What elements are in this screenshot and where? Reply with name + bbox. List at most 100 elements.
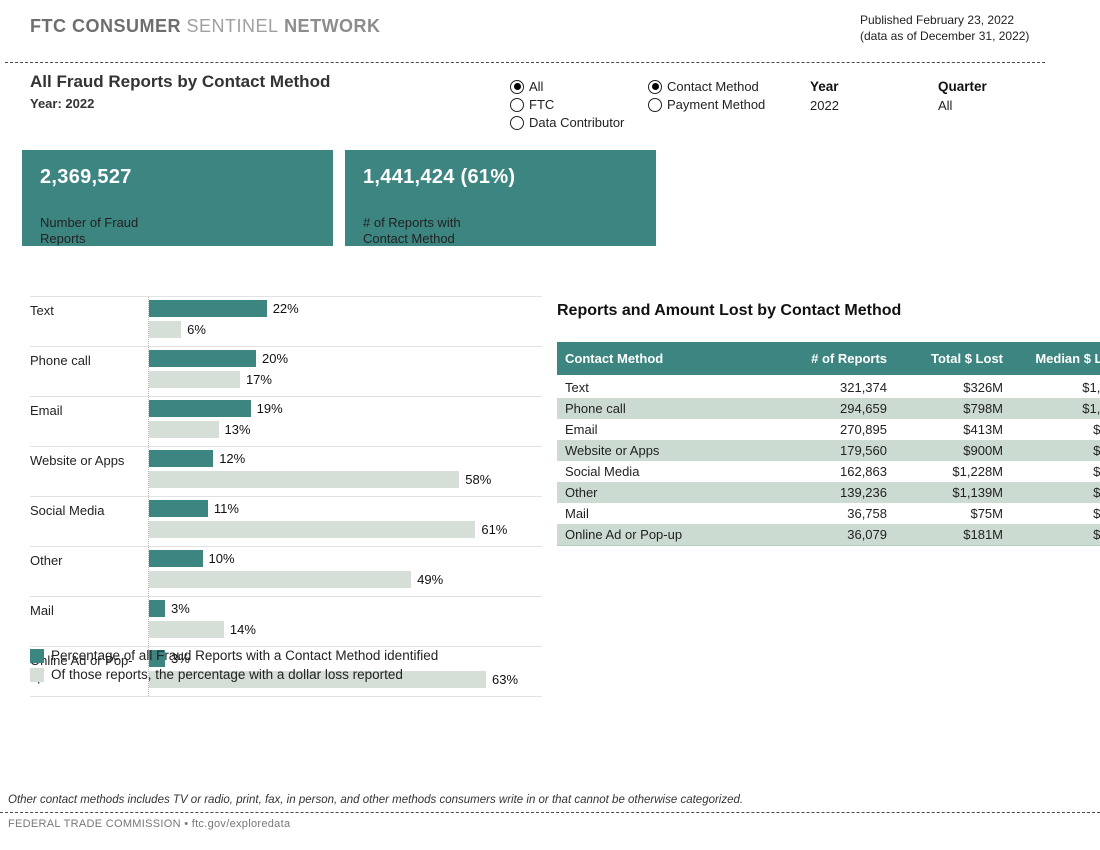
table-cell-value: $413M [895,419,1011,440]
table-row: Text321,374$326M$1,000 [557,376,1100,398]
bar-line: 19% [149,400,542,417]
table-cell-value: 36,079 [761,524,895,546]
bar-value-label: 12% [219,451,245,466]
table-cell-value: 321,374 [761,376,895,398]
source-option-all[interactable]: All [510,79,624,94]
contact-method-bar-chart: Text22%6%Phone call20%17%Email19%13%Webs… [30,296,542,697]
radio-selected-dot [652,83,659,90]
chart-category-label: Website or Apps [30,447,148,496]
bar-line: 14% [149,621,542,638]
chart-row-website-or-apps: Website or Apps 12% 58% [30,446,542,496]
reports-pct-bar [149,300,267,317]
table-cell-value: $333 [1011,440,1100,461]
dollar-loss-pct-bar [149,421,219,438]
bar-line: 6% [149,321,542,338]
source-option-data-contributor[interactable]: Data Contributor [510,115,624,130]
table-cell-value: 294,659 [761,398,895,419]
chart-row-text: Text 22% 6% [30,296,542,346]
table-row: Online Ad or Pop-up36,079$181M$229 [557,524,1100,546]
method-option-payment-method[interactable]: Payment Method [648,97,765,112]
method-label-contact-method: Contact Method [667,79,759,94]
other-methods-footnote: Other contact methods includes TV or rad… [8,794,743,806]
bar-value-label: 13% [225,422,251,437]
footer-bullet: • [184,818,188,830]
chart-bars: 11%61% [148,497,542,546]
chart-category-label: Mail [30,597,148,646]
bar-line: 61% [149,521,542,538]
radio-icon-ftc [510,98,524,112]
quarter-filter-label: Quarter [938,79,987,94]
reports-pct-bar [149,400,251,417]
footer-exploredata-link[interactable]: ftc.gov/exploredata [192,818,291,830]
source-option-ftc[interactable]: FTC [510,97,624,112]
reports-with-contact-method-label: # of Reports with Contact Method [363,209,481,248]
bar-line: 49% [149,571,542,588]
table-cell-value: $75M [895,503,1011,524]
chart-row-email: Email19%13% [30,396,542,446]
table-column-header: # of Reports [761,342,895,376]
bar-value-label: 22% [273,301,299,316]
bar-line: 11% [149,500,542,517]
source-label-all: All [529,79,543,94]
table-cell-value: $1,228M [895,461,1011,482]
brand-part-network: NETWORK [284,16,381,36]
table-cell-value: $798M [895,398,1011,419]
chart-bars: 20%17% [148,347,542,396]
chart-bars: 3% 14% [148,597,542,646]
table-cell-contact-method: Website or Apps [557,440,761,461]
legend-item-0: Percentage of all Fraud Reports with a C… [30,648,438,663]
chart-bars: 12% 58% [148,447,542,496]
table-cell-contact-method: Social Media [557,461,761,482]
table-cell-value: $800 [1011,482,1100,503]
bar-value-label: 3% [171,601,190,616]
table-cell-value: $1,000 [1011,376,1100,398]
brand-logo: FTC CONSUMER SENTINEL NETWORK [30,16,381,37]
legend-swatch-icon [30,649,44,663]
bar-value-label: 11% [214,501,239,516]
chart-row-other: Other10%49% [30,546,542,596]
bar-line: 13% [149,421,542,438]
chart-category-label: Text [30,297,148,346]
table-cell-contact-method: Phone call [557,398,761,419]
bar-value-label: 49% [417,572,443,587]
chart-bars: 22% 6% [148,297,542,346]
table-cell-contact-method: Email [557,419,761,440]
table-cell-value: $181M [895,524,1011,546]
report-year-subtitle: Year: 2022 [30,96,94,111]
bar-line: 22% [149,300,542,317]
radio-icon-payment-method [648,98,662,112]
table-cell-value: 270,895 [761,419,895,440]
published-info: Published February 23, 2022 (data as of … [860,12,1029,44]
source-label-ftc: FTC [529,97,554,112]
bar-value-label: 14% [230,622,256,637]
dollar-loss-pct-bar [149,371,240,388]
bar-line: 3% [149,600,542,617]
dollar-loss-pct-bar [149,621,224,638]
data-as-of-date: (data as of December 31, 2022) [860,28,1029,44]
table-cell-value: $800 [1011,503,1100,524]
table-row: Social Media162,863$1,228M$528 [557,461,1100,482]
method-option-contact-method[interactable]: Contact Method [648,79,765,94]
table-row: Phone call294,659$798M$1,400 [557,398,1100,419]
bar-value-label: 58% [465,472,491,487]
amount-lost-table: Contact Method# of ReportsTotal $ LostMe… [557,342,1100,546]
legend-label: Of those reports, the percentage with a … [51,667,403,682]
table-cell-value: $1,400 [1011,398,1100,419]
table-cell-value: 139,236 [761,482,895,503]
reports-with-contact-method-card: 1,441,424 (61%) # of Reports with Contac… [345,150,656,246]
bar-value-label: 6% [187,322,206,337]
table-cell-value: $326M [895,376,1011,398]
table-title: Reports and Amount Lost by Contact Metho… [557,302,1066,320]
table-cell-value: 36,758 [761,503,895,524]
dollar-loss-pct-bar [149,321,181,338]
quarter-filter-value[interactable]: All [938,98,987,113]
amount-lost-table-section: Reports and Amount Lost by Contact Metho… [557,302,1066,546]
year-filter: Year 2022 [810,79,839,113]
bar-value-label: 17% [246,372,272,387]
method-radio-group: Contact Method Payment Method [648,79,765,115]
table-cell-contact-method: Mail [557,503,761,524]
total-fraud-reports-label: Number of Fraud Reports [40,209,158,248]
bar-line: 58% [149,471,542,488]
year-filter-value[interactable]: 2022 [810,98,839,113]
reports-pct-bar [149,550,203,567]
